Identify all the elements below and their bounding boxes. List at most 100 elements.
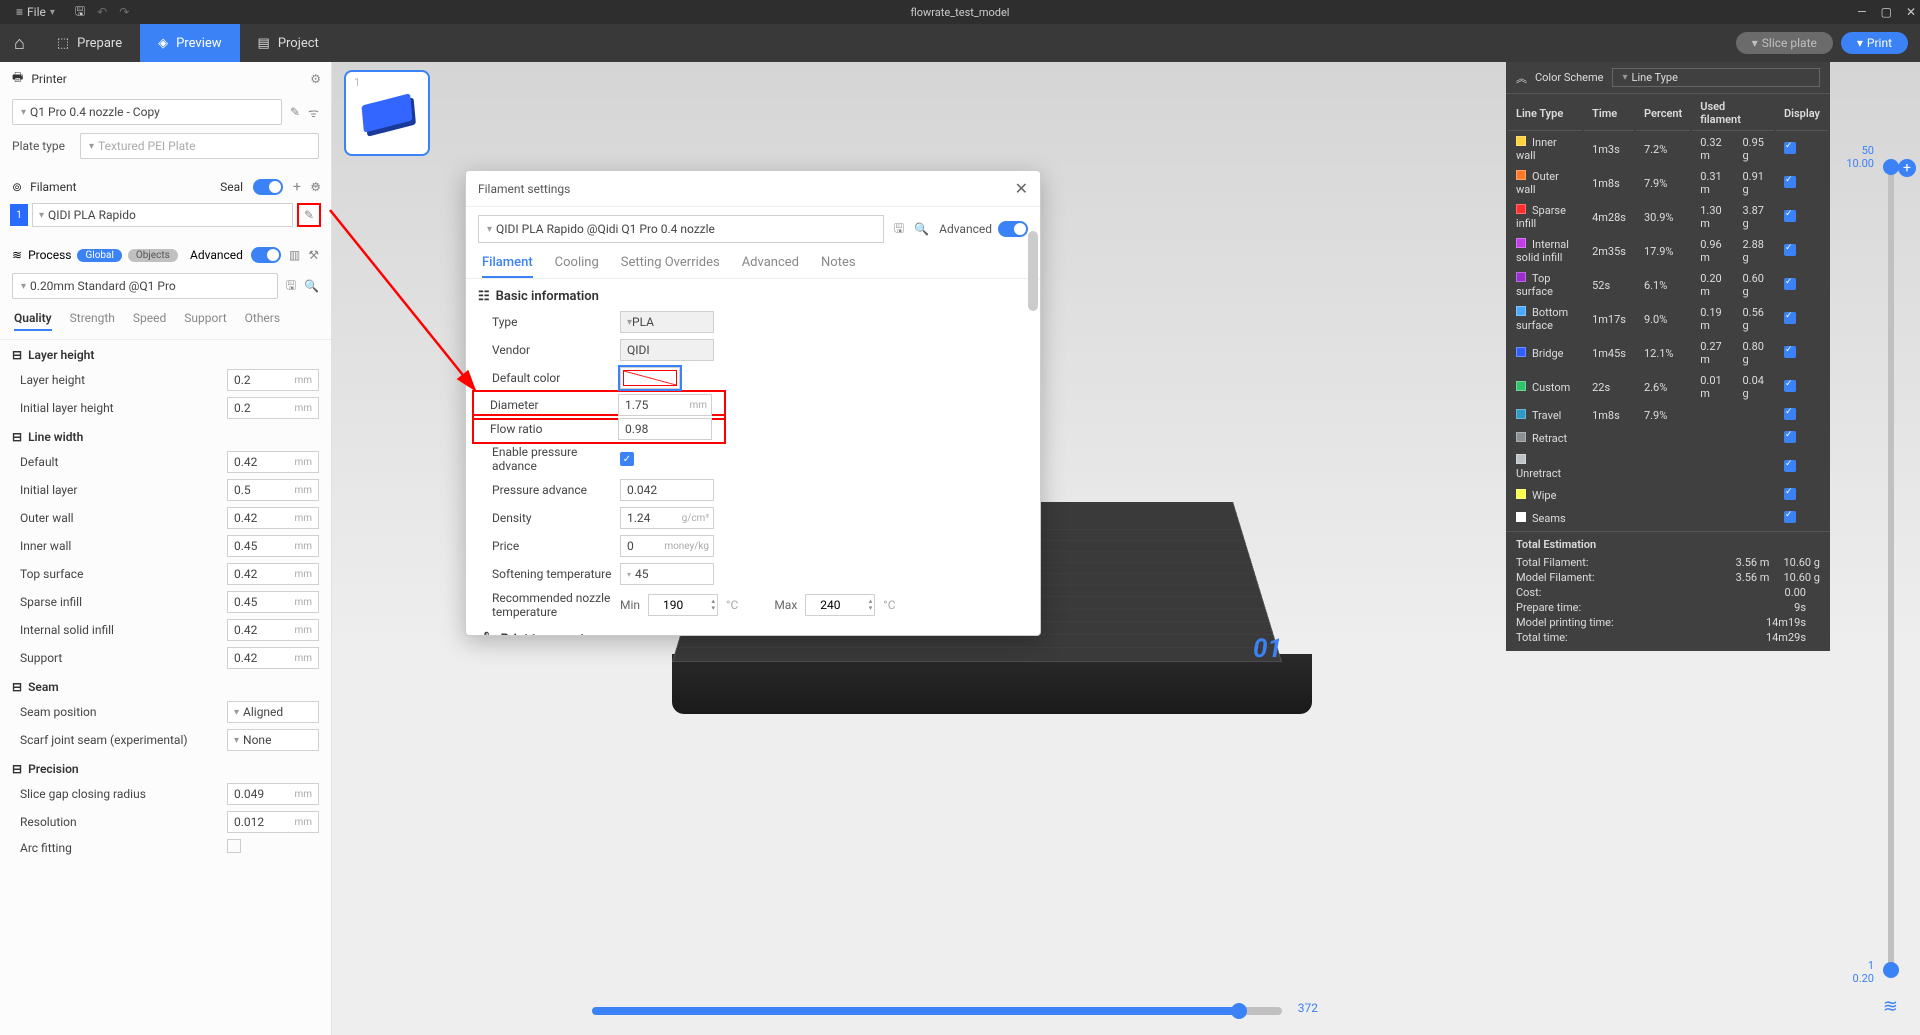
softening-temp-field[interactable]: ▾45 <box>620 563 714 585</box>
dtab-filament[interactable]: Filament <box>482 255 533 278</box>
param-checkbox[interactable] <box>227 839 241 853</box>
param-select[interactable]: ▾None <box>227 729 319 751</box>
wifi-icon[interactable]: ᯤ <box>308 104 319 121</box>
dtab-overrides[interactable]: Setting Overrides <box>621 255 720 278</box>
dialog-preset-select[interactable]: ▾QIDI PLA Rapido @Qidi Q1 Pro 0.4 nozzle <box>478 215 884 243</box>
filament-edit-button[interactable] <box>297 203 321 227</box>
close-window-icon[interactable]: ✕ <box>1906 5 1916 19</box>
dtab-notes[interactable]: Notes <box>821 255 856 278</box>
advanced-toggle[interactable] <box>251 247 281 263</box>
display-checkbox[interactable] <box>1784 176 1796 188</box>
dialog-close-icon[interactable]: ✕ <box>1015 179 1028 198</box>
display-checkbox[interactable] <box>1784 431 1796 443</box>
tab-speed[interactable]: Speed <box>133 311 166 331</box>
redo-icon[interactable]: ↷ <box>119 5 129 19</box>
param-input[interactable]: 0.012mm <box>227 811 319 833</box>
tab-support[interactable]: Support <box>184 311 226 331</box>
vendor-field[interactable]: QIDI <box>620 339 714 361</box>
printer-select[interactable]: ▾Q1 Pro 0.4 nozzle - Copy <box>12 99 282 125</box>
slice-button[interactable]: ▾Slice plate <box>1736 32 1833 54</box>
plate-type-select[interactable]: ▾Textured PEI Plate <box>80 133 319 159</box>
dtab-advanced[interactable]: Advanced <box>742 255 799 278</box>
diameter-field[interactable]: 1.75mm <box>618 394 712 416</box>
add-filament-icon[interactable]: + <box>293 179 301 195</box>
nozzle-min-field[interactable]: ▴▾190 <box>648 594 718 616</box>
dialog-advanced-toggle[interactable] <box>998 221 1028 237</box>
dialog-search-icon[interactable]: 🔍 <box>914 222 929 236</box>
display-checkbox[interactable] <box>1784 244 1796 256</box>
process-preset-select[interactable]: ▾0.20mm Standard @Q1 Pro <box>12 273 278 299</box>
add-pause-icon[interactable]: + <box>1898 159 1916 177</box>
display-checkbox[interactable] <box>1784 460 1796 472</box>
param-input[interactable]: 0.45mm <box>227 535 319 557</box>
seal-toggle[interactable] <box>253 179 283 195</box>
global-pill[interactable]: Global <box>77 249 121 262</box>
file-menu[interactable]: ≡ File ▾ <box>8 3 63 21</box>
tab-quality[interactable]: Quality <box>14 311 52 331</box>
print-button[interactable]: ▾Print <box>1841 32 1908 54</box>
display-checkbox[interactable] <box>1784 278 1796 290</box>
tab-strength[interactable]: Strength <box>70 311 115 331</box>
display-checkbox[interactable] <box>1784 142 1796 154</box>
plate-thumbnail[interactable]: 1 <box>344 70 430 156</box>
display-checkbox[interactable] <box>1784 210 1796 222</box>
total-estimation: Total Estimation Total Filament:3.56 m10… <box>1506 531 1830 651</box>
maximize-icon[interactable]: ▢ <box>1881 5 1892 19</box>
param-input[interactable]: 0.42mm <box>227 563 319 585</box>
param-input[interactable]: 0.42mm <box>227 647 319 669</box>
layer-slider[interactable]: + <box>1888 162 1894 975</box>
horizontal-slider[interactable]: 372 <box>592 1007 1282 1015</box>
filament-name-select[interactable]: ▾QIDI PLA Rapido <box>32 203 293 227</box>
display-checkbox[interactable] <box>1784 380 1796 392</box>
param-input[interactable]: 0.42mm <box>227 451 319 473</box>
minimize-icon[interactable]: — <box>1857 5 1866 19</box>
filament-settings-icon[interactable] <box>310 180 321 194</box>
save-icon[interactable]: 🖫 <box>75 2 85 23</box>
process-search-icon[interactable]: 🔍 <box>304 279 319 293</box>
param-input[interactable]: 0.5mm <box>227 479 319 501</box>
nav-preview[interactable]: ◈Preview <box>140 24 239 62</box>
flow-ratio-field[interactable]: 0.98 <box>618 418 712 440</box>
param-input[interactable]: 0.049mm <box>227 783 319 805</box>
nav-prepare[interactable]: ⬚Prepare <box>39 24 140 62</box>
nav-home[interactable]: ⌂ <box>0 24 39 62</box>
compare-icon[interactable]: ▥ <box>289 248 300 262</box>
color-field[interactable] <box>620 367 680 389</box>
pressure-advance-field[interactable]: 0.042 <box>620 479 714 501</box>
process-save-icon[interactable]: 🖫 <box>286 276 296 297</box>
scheme-mode-select[interactable]: ▾Line Type <box>1612 68 1821 87</box>
print-temp-head: 🌡Print temperature <box>476 628 1030 635</box>
display-checkbox[interactable] <box>1784 312 1796 324</box>
dialog-save-icon[interactable]: 🖫 <box>894 219 904 240</box>
filament-swatch[interactable]: 1 <box>10 204 28 226</box>
param-input[interactable]: 0.42mm <box>227 619 319 641</box>
layers-toggle-icon[interactable]: ≋ <box>1883 996 1898 1017</box>
display-checkbox[interactable] <box>1784 511 1796 523</box>
undo-icon[interactable]: ↶ <box>97 5 107 19</box>
density-field[interactable]: 1.24g/cm³ <box>620 507 714 529</box>
pressure-advance-checkbox[interactable]: ✓ <box>620 452 634 466</box>
display-checkbox[interactable] <box>1784 408 1796 420</box>
collapse-icon[interactable]: ︽ <box>1516 70 1527 86</box>
type-field[interactable]: ▾PLA <box>620 311 714 333</box>
param-input[interactable]: 0.2mm <box>227 369 319 391</box>
nav-project[interactable]: ▤Project <box>240 24 337 62</box>
dialog-scrollbar[interactable] <box>1028 231 1038 627</box>
tune-icon[interactable]: ⚒ <box>308 248 319 262</box>
param-select[interactable]: ▾Aligned <box>227 701 319 723</box>
display-checkbox[interactable] <box>1784 346 1796 358</box>
display-checkbox[interactable] <box>1784 488 1796 500</box>
nozzle-max-field[interactable]: ▴▾240 <box>805 594 875 616</box>
tab-others[interactable]: Others <box>245 311 280 331</box>
objects-pill[interactable]: Objects <box>128 249 178 262</box>
folder-icon: ▤ <box>258 36 270 51</box>
param-input[interactable]: 0.2mm <box>227 397 319 419</box>
param-input[interactable]: 0.45mm <box>227 591 319 613</box>
printer-edit-icon[interactable]: ✎ <box>290 105 300 119</box>
scheme-row: Top surface52s6.1%0.20 m0.60 g <box>1508 269 1828 301</box>
param-row: Default0.42mm <box>0 448 331 476</box>
param-input[interactable]: 0.42mm <box>227 507 319 529</box>
dtab-cooling[interactable]: Cooling <box>555 255 599 278</box>
printer-settings-icon[interactable] <box>310 72 321 86</box>
price-field[interactable]: 0money/kg <box>620 535 714 557</box>
